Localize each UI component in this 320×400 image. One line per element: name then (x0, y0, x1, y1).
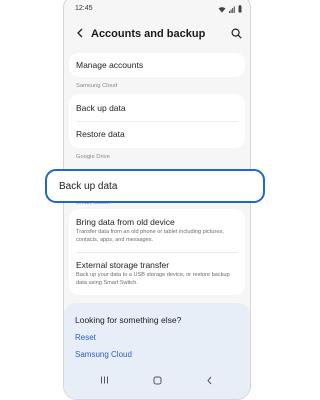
home-icon (153, 376, 161, 384)
nav-back-icon (206, 376, 211, 384)
page-title: Accounts and backup (91, 28, 206, 40)
bring-data-item[interactable]: Bring data from old device Transfer data… (69, 209, 245, 251)
home-button[interactable] (149, 373, 165, 387)
external-storage-desc: Back up your data to a USB storage devic… (76, 272, 230, 286)
recents-button[interactable] (96, 373, 112, 387)
google-drive-back-up-data-item[interactable]: Back up data (45, 169, 265, 203)
nav-back-button[interactable] (201, 373, 217, 387)
manage-accounts-item[interactable]: Manage accounts (69, 53, 245, 77)
manage-accounts-label: Manage accounts (76, 60, 144, 70)
app-header: Accounts and backup (64, 23, 250, 45)
suggestions-title: Looking for something else? (75, 315, 182, 325)
back-up-data-item[interactable]: Back up data (69, 94, 245, 121)
status-bar: 12:45 (64, 0, 250, 15)
section-samsung-cloud: Samsung Cloud (76, 83, 118, 89)
restore-data-label: Restore data (76, 129, 125, 139)
reset-link[interactable]: Reset (75, 333, 96, 342)
external-storage-item[interactable]: External storage transfer Back up your d… (69, 252, 245, 295)
samsung-cloud-card: Back up data Restore data (69, 94, 245, 148)
restore-data-item[interactable]: Restore data (69, 121, 245, 148)
google-drive-back-up-data-label: Back up data (59, 181, 118, 192)
status-time: 12:45 (75, 5, 93, 12)
search-icon (230, 27, 242, 39)
bring-data-title: Bring data from old device (76, 217, 175, 227)
back-up-data-label: Back up data (76, 103, 126, 113)
back-arrow-icon (77, 28, 83, 38)
search-button[interactable] (228, 25, 244, 41)
battery-icon (238, 5, 242, 13)
wifi-icon (218, 6, 226, 12)
bring-data-desc: Transfer data from an old phone or table… (76, 229, 224, 243)
status-icons (218, 5, 242, 13)
signal-icon (229, 6, 235, 13)
external-storage-title: External storage transfer (76, 260, 170, 270)
smart-switch-card: Bring data from old device Transfer data… (69, 209, 245, 295)
navigation-bar (64, 370, 250, 392)
samsung-cloud-link[interactable]: Samsung Cloud (75, 350, 132, 359)
recents-icon (100, 376, 108, 384)
back-button[interactable] (72, 25, 88, 41)
section-google-drive: Google Drive (76, 154, 110, 160)
